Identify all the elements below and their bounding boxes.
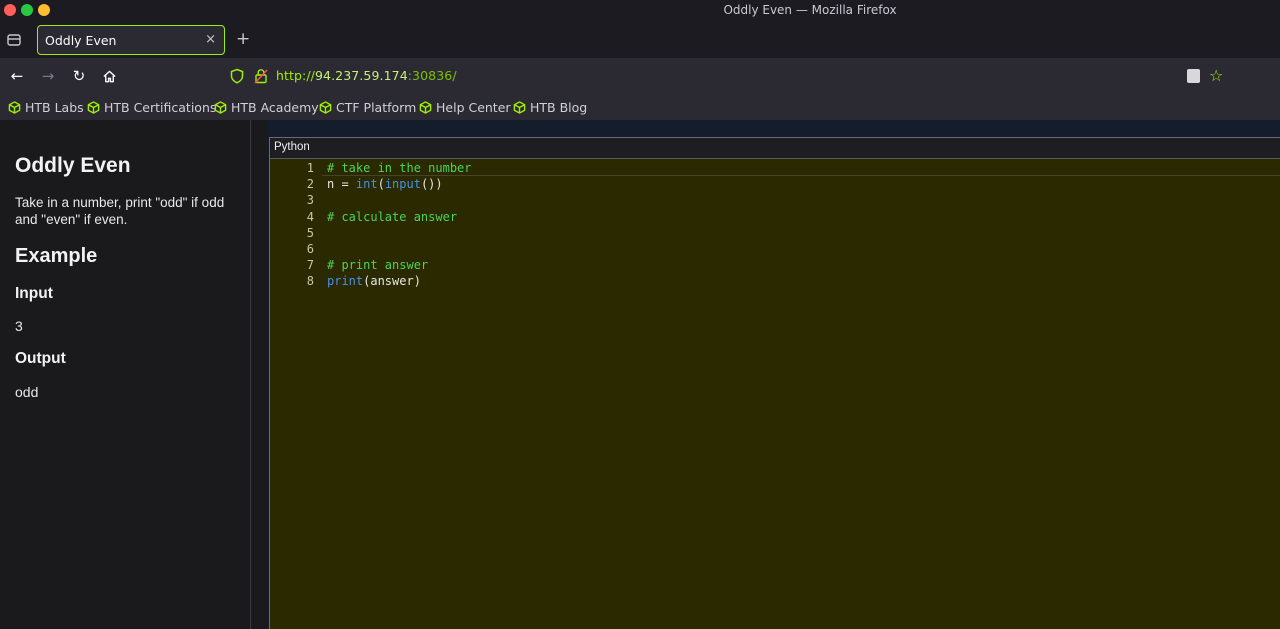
bookmark-htb-certifications[interactable]: HTB Certifications bbox=[87, 98, 216, 116]
code-token: n = bbox=[327, 177, 356, 192]
code-line: # take in the number bbox=[327, 160, 472, 176]
code-token: int bbox=[355, 177, 378, 192]
problem-title: Oddly Even bbox=[15, 154, 131, 177]
close-tab-icon[interactable]: × bbox=[205, 32, 216, 47]
navigation-bar: ← → ↻ http://94.237.59.174:30836/ ☆ bbox=[0, 58, 1280, 94]
code-token: # print answer bbox=[327, 258, 429, 273]
line-number: 1 bbox=[306, 161, 314, 175]
tracking-protection-icon[interactable] bbox=[230, 68, 244, 84]
bookmark-label: HTB Academy bbox=[231, 99, 319, 115]
tab-label: Oddly Even bbox=[45, 33, 117, 48]
problem-description: Take in a number, print "odd" if odd and… bbox=[15, 195, 225, 227]
example-input-value: 3 bbox=[15, 318, 23, 334]
reader-view-icon[interactable] bbox=[1187, 69, 1200, 83]
tab-strip: Oddly Even × + bbox=[0, 22, 1280, 58]
reload-button[interactable]: ↻ bbox=[70, 67, 88, 85]
line-number: 5 bbox=[306, 225, 314, 240]
bookmark-label: HTB Blog bbox=[530, 99, 588, 115]
line-number: 2 bbox=[306, 177, 314, 192]
code-line: # print answer bbox=[327, 257, 472, 273]
problem-panel: Oddly Even Take in a number, print "odd"… bbox=[0, 120, 251, 629]
bookmark-htb-labs[interactable]: HTB Labs bbox=[8, 98, 84, 116]
bookmark-label: CTF Platform bbox=[336, 99, 417, 115]
code-token: ()) bbox=[420, 177, 443, 192]
line-number-gutter: 1 2345 678 bbox=[270, 160, 314, 290]
code-editor[interactable]: Python 1 2345 678 # take in the number n = … bbox=[269, 137, 1280, 629]
line-number: 6 bbox=[306, 242, 314, 257]
code-line: n = int(input()) bbox=[327, 176, 472, 192]
input-heading: Input bbox=[15, 285, 53, 302]
window-title: Oddly Even — Mozilla Firefox bbox=[723, 3, 897, 17]
bookmarks-bar: HTB Labs HTB Certifications HTB Academy … bbox=[0, 94, 1280, 120]
panel-splitter[interactable] bbox=[252, 120, 268, 629]
page-content: Oddly Even Take in a number, print "odd"… bbox=[0, 120, 1280, 629]
back-button[interactable]: ← bbox=[8, 67, 26, 85]
bookmark-ctf-platform[interactable]: CTF Platform bbox=[319, 98, 416, 116]
code-area[interactable]: # take in the numbern = int(input())​# c… bbox=[327, 160, 472, 290]
htb-cube-icon bbox=[8, 100, 21, 114]
example-output-value: odd bbox=[15, 384, 39, 400]
bookmark-help-center[interactable]: Help Center bbox=[419, 98, 511, 116]
code-line: ​ bbox=[327, 225, 472, 241]
code-token: (answer) bbox=[363, 274, 421, 289]
language-label: Python bbox=[274, 141, 310, 153]
url-host: 94.237.59.174 bbox=[315, 68, 408, 83]
insecure-lock-icon[interactable] bbox=[254, 68, 268, 84]
url-port: :30836/ bbox=[407, 68, 457, 83]
code-token: ( bbox=[377, 177, 385, 192]
url-bar[interactable]: http://94.237.59.174:30836/ bbox=[276, 68, 457, 83]
code-token: print bbox=[327, 274, 364, 289]
code-token: # take in the number bbox=[327, 161, 472, 175]
bookmark-star-icon[interactable]: ☆ bbox=[1209, 66, 1223, 85]
bookmark-label: HTB Certifications bbox=[104, 99, 217, 115]
bookmark-htb-blog[interactable]: HTB Blog bbox=[513, 98, 587, 116]
tab-oddly-even[interactable]: Oddly Even × bbox=[37, 25, 225, 55]
window-titlebar: Oddly Even — Mozilla Firefox bbox=[0, 0, 1280, 22]
htb-cube-icon bbox=[513, 100, 526, 114]
output-heading: Output bbox=[15, 350, 66, 367]
tab-list-icon[interactable] bbox=[6, 32, 22, 48]
new-tab-button[interactable]: + bbox=[236, 30, 250, 48]
line-number: 3 bbox=[306, 193, 314, 208]
htb-cube-icon bbox=[419, 100, 432, 114]
code-line: print(answer) bbox=[327, 273, 472, 289]
code-line: ​ bbox=[327, 192, 472, 208]
forward-button[interactable]: → bbox=[39, 67, 57, 85]
htb-cube-icon bbox=[87, 100, 100, 114]
code-line: ​ bbox=[327, 241, 472, 257]
line-number: 4 bbox=[306, 209, 314, 224]
language-selector[interactable]: Python bbox=[270, 138, 1280, 159]
code-token: # calculate answer bbox=[327, 209, 458, 224]
home-button[interactable] bbox=[100, 67, 118, 85]
url-scheme: http:// bbox=[276, 68, 315, 83]
line-number: 7 bbox=[306, 258, 314, 273]
bookmark-label: Help Center bbox=[436, 99, 511, 115]
htb-cube-icon bbox=[319, 100, 332, 114]
htb-cube-icon bbox=[214, 100, 227, 114]
code-token: input bbox=[384, 177, 421, 192]
bookmark-label: HTB Labs bbox=[25, 99, 84, 115]
example-heading: Example bbox=[15, 245, 98, 267]
bookmark-htb-academy[interactable]: HTB Academy bbox=[214, 98, 319, 116]
code-line: # calculate answer bbox=[327, 209, 472, 225]
line-number: 8 bbox=[306, 274, 314, 289]
